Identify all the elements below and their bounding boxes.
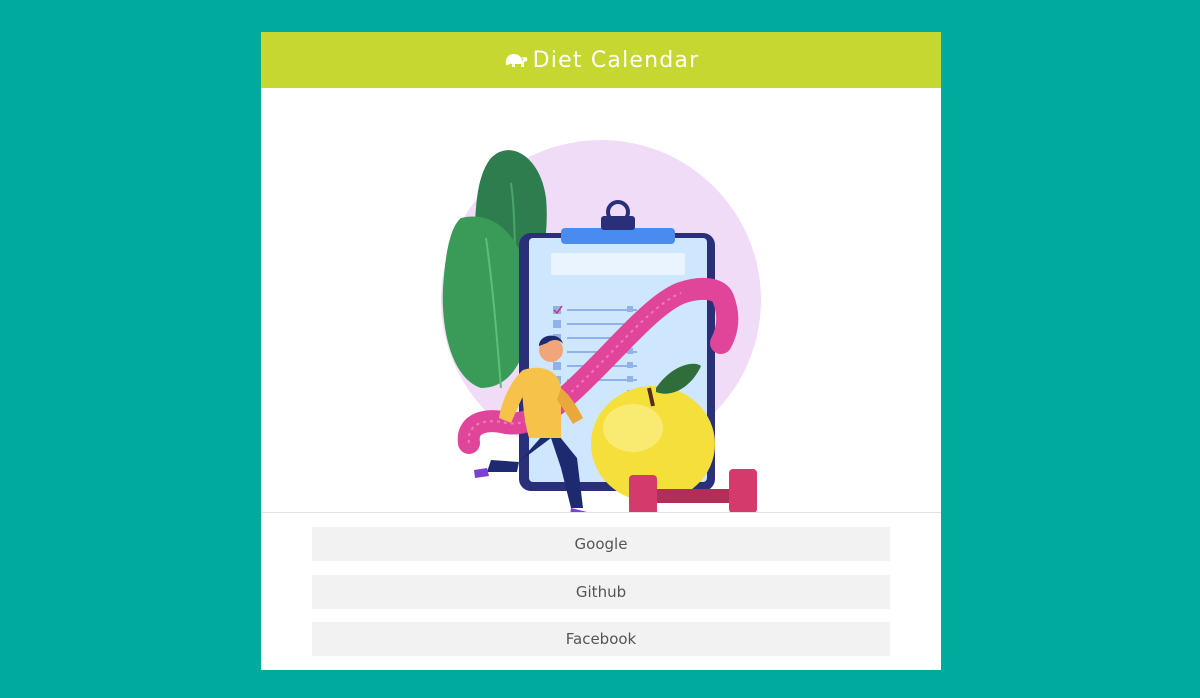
app-title: Diet Calendar [532,47,700,73]
elephant-icon [505,54,528,67]
login-card: Diet Calendar Google Github Facebook [261,32,941,670]
google-login-button[interactable]: Google [312,527,890,561]
github-login-button[interactable]: Github [312,574,890,609]
diet-clipboard-illustration [261,88,941,513]
app-header: Diet Calendar [261,32,941,88]
login-buttons: Google Github Facebook [312,527,890,670]
facebook-login-button[interactable]: Facebook [312,622,890,656]
